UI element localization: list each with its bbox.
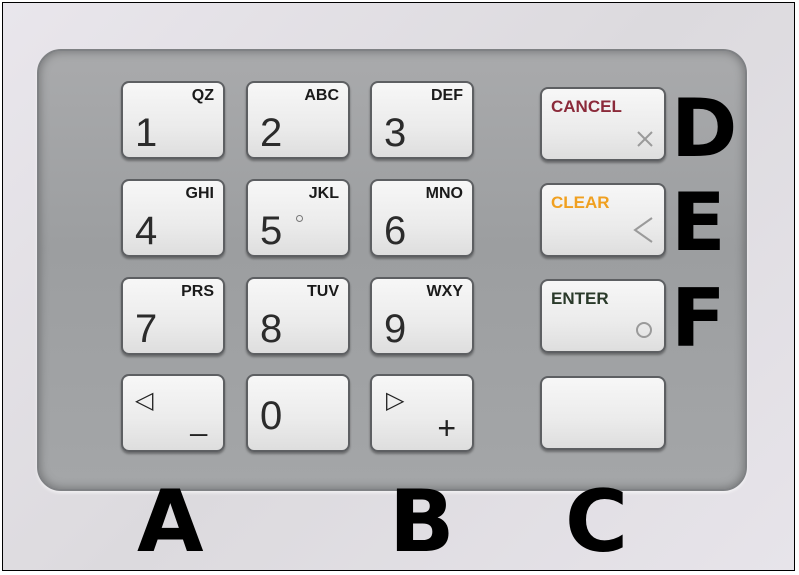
- key-left-arrow[interactable]: ◁ _: [121, 374, 225, 452]
- clear-label: CLEAR: [551, 193, 610, 212]
- blank-button[interactable]: [540, 376, 666, 450]
- cancel-label: CANCEL: [551, 97, 622, 116]
- key-digit: 7: [135, 307, 158, 351]
- key-letters: DEF: [431, 87, 463, 104]
- left-triangle-icon: ◁: [135, 386, 154, 414]
- key-letters: PRS: [181, 283, 214, 300]
- key-letters: JKL: [308, 185, 339, 202]
- key-letters: TUV: [307, 283, 339, 300]
- key-0[interactable]: 0: [246, 374, 350, 452]
- key-letters: ABC: [304, 87, 339, 104]
- back-chevron-icon: [632, 216, 654, 249]
- key-letters: WXY: [426, 283, 463, 300]
- key-digit: 5: [260, 209, 283, 253]
- annotation-letter-a: A: [137, 472, 204, 571]
- key-letters: MNO: [425, 185, 463, 202]
- cancel-button[interactable]: CANCEL: [540, 87, 666, 161]
- key-digit: 4: [135, 209, 158, 253]
- key-letters: GHI: [185, 185, 214, 202]
- annotation-letter-e: E: [671, 176, 726, 269]
- photo-frame: 1 QZ 2 ABC 3 DEF 4 GHI 5 JKL 6 MNO 7 PRS…: [2, 2, 795, 571]
- key-1[interactable]: 1 QZ: [121, 81, 225, 159]
- key-2[interactable]: 2 ABC: [246, 81, 350, 159]
- key-digit: 3: [384, 111, 407, 155]
- key-digit: 0: [260, 394, 283, 438]
- annotation-letter-f: F: [671, 272, 726, 365]
- underscore-icon: _: [190, 404, 207, 437]
- enter-button[interactable]: ENTER: [540, 279, 666, 353]
- tactile-dot-icon: [296, 215, 303, 222]
- enter-label: ENTER: [551, 289, 609, 308]
- right-triangle-icon: ▷: [386, 386, 405, 414]
- key-digit: 9: [384, 307, 407, 351]
- key-8[interactable]: 8 TUV: [246, 277, 350, 355]
- key-6[interactable]: 6 MNO: [370, 179, 474, 257]
- x-icon: [636, 130, 654, 153]
- key-7[interactable]: 7 PRS: [121, 277, 225, 355]
- key-9[interactable]: 9 WXY: [370, 277, 474, 355]
- key-4[interactable]: 4 GHI: [121, 179, 225, 257]
- plus-icon: +: [437, 410, 456, 446]
- key-digit: 8: [260, 307, 283, 351]
- annotation-letter-b: B: [389, 472, 455, 571]
- annotation-letter-c: C: [565, 472, 629, 571]
- annotation-letter-d: D: [671, 82, 738, 175]
- key-digit: 2: [260, 111, 283, 155]
- key-right-arrow[interactable]: ▷ +: [370, 374, 474, 452]
- circle-icon: [634, 320, 654, 345]
- key-digit: 6: [384, 209, 407, 253]
- key-5[interactable]: 5 JKL: [246, 179, 350, 257]
- key-digit: 1: [135, 111, 158, 155]
- key-3[interactable]: 3 DEF: [370, 81, 474, 159]
- key-letters: QZ: [191, 87, 214, 104]
- clear-button[interactable]: CLEAR: [540, 183, 666, 257]
